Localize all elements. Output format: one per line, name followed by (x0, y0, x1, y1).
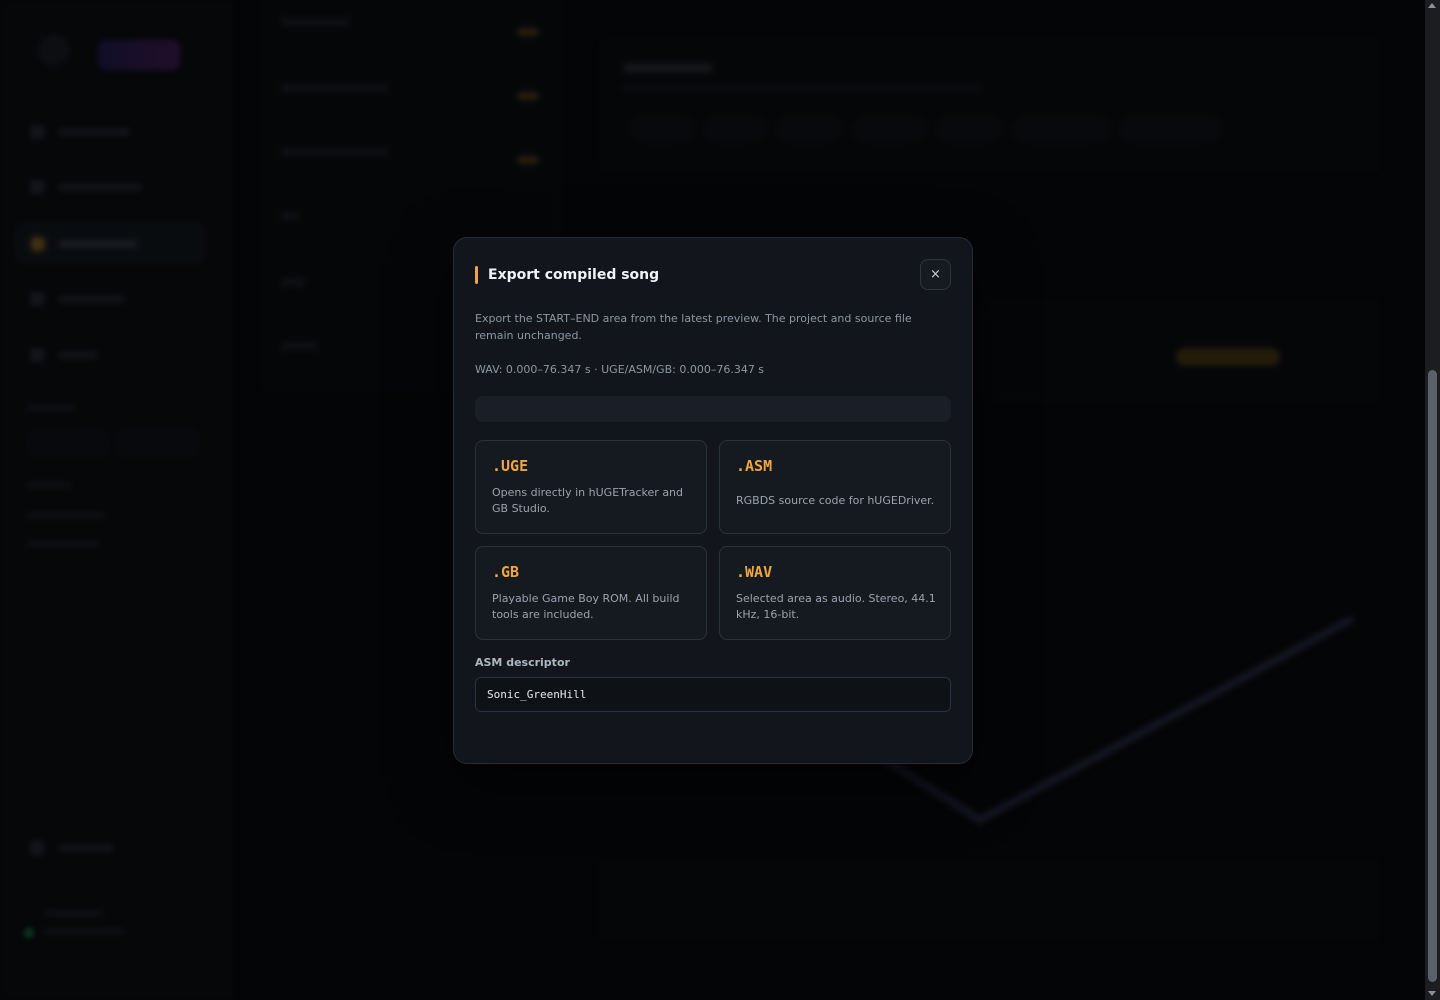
scroll-down-icon[interactable] (1428, 991, 1436, 996)
format-option-gb[interactable]: .GB Playable Game Boy ROM. All build too… (475, 546, 707, 640)
close-button[interactable]: × (920, 259, 951, 290)
asm-descriptor-input[interactable] (475, 677, 951, 712)
format-option-asm[interactable]: .ASM RGBDS source code for hUGEDriver. (719, 440, 951, 534)
asm-descriptor-label: ASM descriptor (475, 656, 570, 669)
close-icon: × (930, 267, 941, 282)
dialog-description: Export the START–END area from the lates… (475, 312, 912, 342)
format-extension: .ASM (736, 457, 773, 475)
format-description: Selected area as audio. Stereo, 44.1 kHz… (736, 592, 936, 621)
format-description: Playable Game Boy ROM. All build tools a… (492, 592, 680, 621)
format-description: RGBDS source code for hUGEDriver. (736, 494, 935, 507)
title-accent-bar (475, 266, 478, 284)
format-option-wav[interactable]: .WAV Selected area as audio. Stereo, 44.… (719, 546, 951, 640)
format-description: Opens directly in hUGETracker and GB Stu… (492, 486, 684, 515)
format-extension: .GB (492, 563, 520, 581)
app-window: Export compiled song × Export the START–… (0, 0, 1440, 1000)
export-dialog: Export compiled song × Export the START–… (453, 237, 973, 764)
export-range-text: WAV: 0.000–76.347 s · UGE/ASM/GB: 0.000–… (475, 363, 765, 376)
format-extension: .WAV (736, 563, 773, 581)
page-scrollbar[interactable] (1425, 0, 1440, 1000)
scroll-up-icon[interactable] (1428, 3, 1436, 8)
scrollbar-thumb[interactable] (1428, 370, 1437, 982)
format-option-uge[interactable]: .UGE Opens directly in hUGETracker and G… (475, 440, 707, 534)
dialog-title: Export compiled song (488, 267, 660, 283)
export-progress-bar (475, 396, 951, 422)
format-extension: .UGE (492, 457, 529, 475)
